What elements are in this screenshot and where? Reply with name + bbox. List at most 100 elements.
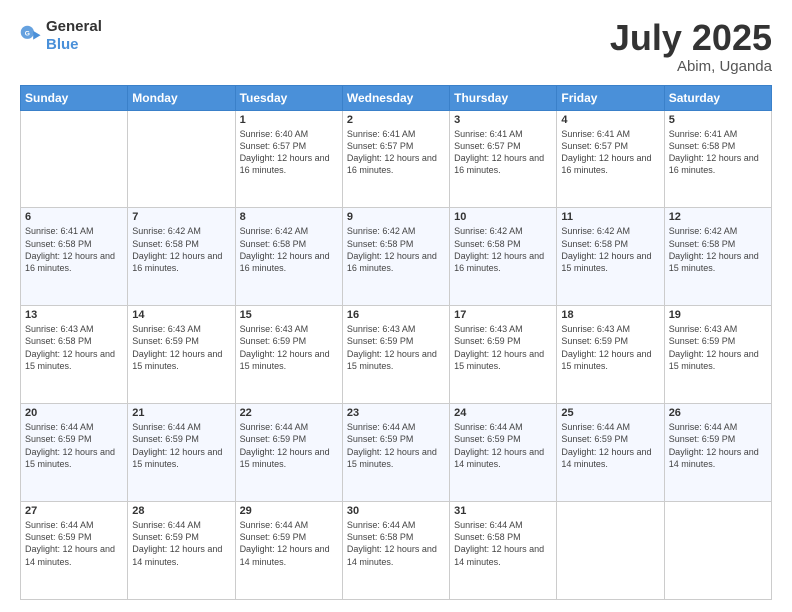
day-number: 6 <box>25 211 123 223</box>
day-info: Sunrise: 6:44 AMSunset: 6:59 PMDaylight:… <box>454 421 552 470</box>
day-info: Sunrise: 6:44 AMSunset: 6:58 PMDaylight:… <box>454 519 552 568</box>
calendar-cell: 16 Sunrise: 6:43 AMSunset: 6:59 PMDayligh… <box>342 306 449 404</box>
calendar-cell: 15 Sunrise: 6:43 AMSunset: 6:59 PMDayligh… <box>235 306 342 404</box>
day-number: 2 <box>347 114 445 126</box>
day-number: 8 <box>240 211 338 223</box>
day-info: Sunrise: 6:44 AMSunset: 6:59 PMDaylight:… <box>561 421 659 470</box>
logo-text: General Blue <box>46 18 102 54</box>
day-number: 13 <box>25 309 123 321</box>
day-number: 1 <box>240 114 338 126</box>
calendar-cell: 29Sunrise: 6:44 AMSunset: 6:59 PMDayligh… <box>235 502 342 600</box>
day-number: 22 <box>240 407 338 419</box>
weekday-header-row: SundayMondayTuesdayWednesdayThursdayFrid… <box>21 85 772 110</box>
day-info: Sunrise: 6:41 AMSunset: 6:57 PMDaylight:… <box>561 128 659 177</box>
day-number: 20 <box>25 407 123 419</box>
weekday-header-monday: Monday <box>128 85 235 110</box>
calendar-cell: 3 Sunrise: 6:41 AMSunset: 6:57 PMDaylight… <box>450 110 557 208</box>
calendar-week-row: 20 Sunrise: 6:44 AMSunset: 6:59 PMDayligh… <box>21 404 772 502</box>
day-number: 31 <box>454 505 552 517</box>
calendar-cell: 18 Sunrise: 6:43 AMSunset: 6:59 PMDayligh… <box>557 306 664 404</box>
calendar-cell: 6Sunrise: 6:41 AMSunset: 6:58 PMDaylight… <box>21 208 128 306</box>
day-info: Sunrise: 6:42 AMSunset: 6:58 PMDaylight:… <box>132 225 230 274</box>
calendar-cell: 19Sunrise: 6:43 AMSunset: 6:59 PMDayligh… <box>664 306 771 404</box>
day-number: 9 <box>347 211 445 223</box>
calendar-cell: 5Sunrise: 6:41 AMSunset: 6:58 PMDaylight… <box>664 110 771 208</box>
day-info: Sunrise: 6:44 AMSunset: 6:59 PMDaylight:… <box>25 519 123 568</box>
day-number: 24 <box>454 407 552 419</box>
calendar-cell: 17Sunrise: 6:43 AMSunset: 6:59 PMDayligh… <box>450 306 557 404</box>
calendar-week-row: 1Sunrise: 6:40 AMSunset: 6:57 PMDaylight… <box>21 110 772 208</box>
day-number: 15 <box>240 309 338 321</box>
calendar-cell: 14 Sunrise: 6:43 AMSunset: 6:59 PMDayligh… <box>128 306 235 404</box>
day-number: 27 <box>25 505 123 517</box>
day-info: Sunrise: 6:43 AMSunset: 6:58 PMDaylight:… <box>25 323 123 372</box>
calendar-table: SundayMondayTuesdayWednesdayThursdayFrid… <box>20 85 772 600</box>
day-info: Sunrise: 6:42 AMSunset: 6:58 PMDaylight:… <box>347 225 445 274</box>
day-number: 23 <box>347 407 445 419</box>
day-number: 18 <box>561 309 659 321</box>
calendar-cell: 28Sunrise: 6:44 AMSunset: 6:59 PMDayligh… <box>128 502 235 600</box>
calendar-cell: 8 Sunrise: 6:42 AMSunset: 6:58 PMDaylight… <box>235 208 342 306</box>
day-number: 30 <box>347 505 445 517</box>
day-info: Sunrise: 6:44 AMSunset: 6:59 PMDaylight:… <box>132 421 230 470</box>
calendar-cell: 7Sunrise: 6:42 AMSunset: 6:58 PMDaylight… <box>128 208 235 306</box>
day-info: Sunrise: 6:42 AMSunset: 6:58 PMDaylight:… <box>454 225 552 274</box>
day-number: 4 <box>561 114 659 126</box>
day-number: 26 <box>669 407 767 419</box>
weekday-header-friday: Friday <box>557 85 664 110</box>
day-number: 3 <box>454 114 552 126</box>
page: G General Blue July 2025 Abim, Uganda Su… <box>0 0 792 612</box>
day-info: Sunrise: 6:43 AMSunset: 6:59 PMDaylight:… <box>132 323 230 372</box>
logo-blue: Blue <box>46 36 79 53</box>
calendar-week-row: 27 Sunrise: 6:44 AMSunset: 6:59 PMDayligh… <box>21 502 772 600</box>
logo-general: General <box>46 18 102 35</box>
day-info: Sunrise: 6:43 AMSunset: 6:59 PMDaylight:… <box>240 323 338 372</box>
title-block: July 2025 Abim, Uganda <box>610 18 772 75</box>
weekday-header-saturday: Saturday <box>664 85 771 110</box>
calendar-cell: 22 Sunrise: 6:44 AMSunset: 6:59 PMDayligh… <box>235 404 342 502</box>
calendar-cell: 26 Sunrise: 6:44 AMSunset: 6:59 PMDayligh… <box>664 404 771 502</box>
calendar-cell: 13 Sunrise: 6:43 AMSunset: 6:58 PMDayligh… <box>21 306 128 404</box>
day-number: 11 <box>561 211 659 223</box>
calendar-cell <box>664 502 771 600</box>
calendar-cell: 10Sunrise: 6:42 AMSunset: 6:58 PMDayligh… <box>450 208 557 306</box>
calendar-week-row: 13 Sunrise: 6:43 AMSunset: 6:58 PMDayligh… <box>21 306 772 404</box>
day-number: 5 <box>669 114 767 126</box>
svg-text:G: G <box>25 30 30 37</box>
weekday-header-sunday: Sunday <box>21 85 128 110</box>
title-month: July 2025 <box>610 18 772 58</box>
day-number: 29 <box>240 505 338 517</box>
day-info: Sunrise: 6:43 AMSunset: 6:59 PMDaylight:… <box>347 323 445 372</box>
calendar-cell <box>557 502 664 600</box>
day-number: 16 <box>347 309 445 321</box>
day-number: 21 <box>132 407 230 419</box>
day-info: Sunrise: 6:44 AMSunset: 6:59 PMDaylight:… <box>669 421 767 470</box>
day-info: Sunrise: 6:43 AMSunset: 6:59 PMDaylight:… <box>561 323 659 372</box>
calendar-cell: 23Sunrise: 6:44 AMSunset: 6:59 PMDayligh… <box>342 404 449 502</box>
header: G General Blue July 2025 Abim, Uganda <box>20 18 772 75</box>
calendar-cell: 27 Sunrise: 6:44 AMSunset: 6:59 PMDayligh… <box>21 502 128 600</box>
calendar-cell: 9 Sunrise: 6:42 AMSunset: 6:58 PMDaylight… <box>342 208 449 306</box>
day-number: 17 <box>454 309 552 321</box>
calendar-cell: 30Sunrise: 6:44 AMSunset: 6:58 PMDayligh… <box>342 502 449 600</box>
calendar-cell: 31 Sunrise: 6:44 AMSunset: 6:58 PMDayligh… <box>450 502 557 600</box>
weekday-header-tuesday: Tuesday <box>235 85 342 110</box>
calendar-cell: 11Sunrise: 6:42 AMSunset: 6:58 PMDayligh… <box>557 208 664 306</box>
day-number: 25 <box>561 407 659 419</box>
day-info: Sunrise: 6:44 AMSunset: 6:59 PMDaylight:… <box>132 519 230 568</box>
weekday-header-wednesday: Wednesday <box>342 85 449 110</box>
day-info: Sunrise: 6:42 AMSunset: 6:58 PMDaylight:… <box>240 225 338 274</box>
day-info: Sunrise: 6:44 AMSunset: 6:59 PMDaylight:… <box>240 421 338 470</box>
calendar-cell: 25 Sunrise: 6:44 AMSunset: 6:59 PMDayligh… <box>557 404 664 502</box>
calendar-cell <box>128 110 235 208</box>
day-number: 14 <box>132 309 230 321</box>
calendar-cell: 1Sunrise: 6:40 AMSunset: 6:57 PMDaylight… <box>235 110 342 208</box>
title-location: Abim, Uganda <box>610 58 772 75</box>
calendar-cell: 24 Sunrise: 6:44 AMSunset: 6:59 PMDayligh… <box>450 404 557 502</box>
day-info: Sunrise: 6:41 AMSunset: 6:57 PMDaylight:… <box>454 128 552 177</box>
day-info: Sunrise: 6:42 AMSunset: 6:58 PMDaylight:… <box>669 225 767 274</box>
logo: G General Blue <box>20 18 102 54</box>
day-number: 19 <box>669 309 767 321</box>
day-number: 12 <box>669 211 767 223</box>
calendar-cell: 12 Sunrise: 6:42 AMSunset: 6:58 PMDayligh… <box>664 208 771 306</box>
